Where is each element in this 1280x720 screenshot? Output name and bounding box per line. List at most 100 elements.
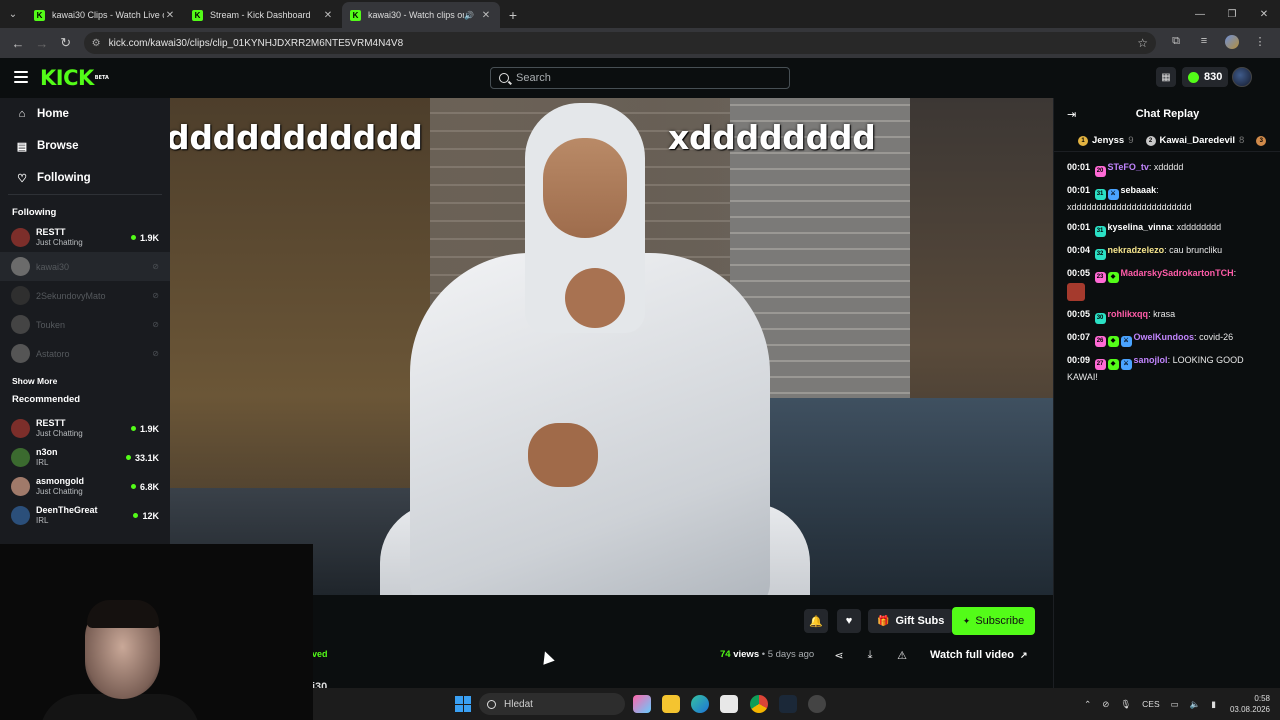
chat-message: 00:01 20 STeFO_tv: xddddd — [1067, 160, 1270, 177]
badge-icon: 23 — [1094, 272, 1106, 283]
wifi-off-icon[interactable]: ⊘ — [1102, 699, 1109, 710]
watch-full-label: Watch full video — [930, 649, 1014, 661]
chat-username[interactable]: kyselina_vinna — [1108, 222, 1172, 232]
reload-icon[interactable]: ↻ — [54, 31, 78, 55]
channel-item[interactable]: n3on IRL 33.1K — [0, 443, 170, 472]
chat-message: 00:01 31 ⚔ sebaaak: xddddddddddddddddddddd… — [1067, 183, 1270, 214]
address-bar[interactable]: ⚙ kick.com/kawai30/clips/clip_01KYNHJDXR… — [83, 32, 1156, 54]
channel-item[interactable]: 2SekundovyMato ⊘ — [0, 281, 170, 310]
viewer-count-value: 1.9K — [139, 423, 159, 434]
extensions-icon[interactable]: ⧉ — [1162, 35, 1190, 52]
notification-bell-button[interactable]: 🔔 — [804, 609, 828, 633]
gifter-name[interactable]: Jenyss — [1092, 135, 1124, 146]
views-count: 74 — [720, 649, 731, 660]
menu-hamburger-icon[interactable] — [14, 71, 28, 83]
steam-icon[interactable] — [779, 695, 797, 713]
tab-search-icon[interactable]: ⌄ — [0, 0, 26, 28]
browser-tab-2[interactable]: K Stream - Kick Dashboard ✕ — [184, 2, 342, 28]
channel-item[interactable]: RESTT Just Chatting 1.9K — [0, 414, 170, 443]
recommended-heading: Recommended — [12, 394, 81, 405]
channel-item[interactable]: Touken ⊘ — [0, 310, 170, 339]
subscribe-button[interactable]: ✦ Subscribe — [952, 607, 1035, 635]
mic-icon[interactable]: 🎙 — [1120, 699, 1131, 710]
browser-tab-1[interactable]: K kawai30 Clips - Watch Live on K ✕ — [26, 2, 184, 28]
bookmark-star-icon[interactable]: ☆ — [1137, 36, 1148, 50]
channel-item[interactable]: kawai30 ⊘ — [0, 252, 170, 281]
profile-icon[interactable] — [1218, 34, 1246, 52]
dashboard-icon[interactable]: ▦ — [1156, 67, 1176, 87]
chat-username[interactable]: nekradzelezo — [1108, 245, 1165, 255]
windows-start-icon[interactable] — [455, 696, 471, 712]
clock[interactable]: 0:58 03.08.2026 — [1230, 693, 1270, 715]
taskbar-search[interactable]: Hledat — [479, 693, 625, 715]
gift-subs-button[interactable]: 🎁 Gift Subs — [868, 609, 954, 633]
forward-icon[interactable]: → — [30, 31, 54, 55]
network-icon[interactable]: ▭ — [1171, 699, 1179, 710]
channel-item[interactable]: asmongold Just Chatting 6.8K — [0, 472, 170, 501]
battery-icon[interactable]: ▮ — [1211, 699, 1216, 710]
channel-item[interactable]: DeenTheGreat IRL 12K — [0, 501, 170, 530]
logo-text: KICK — [40, 66, 94, 90]
copilot-icon[interactable] — [633, 695, 651, 713]
close-tab-icon[interactable]: ✕ — [480, 10, 492, 21]
sidebar-item-home[interactable]: ⌂ Home — [0, 98, 170, 130]
chrome-icon[interactable] — [750, 695, 768, 713]
maximize-icon[interactable]: ❐ — [1216, 0, 1248, 28]
close-tab-icon[interactable]: ✕ — [322, 10, 334, 21]
message-time: 00:05 — [1067, 309, 1091, 319]
edge-icon[interactable] — [691, 695, 709, 713]
show-more-link[interactable]: Show More — [0, 368, 170, 394]
offline-icon: ⊘ — [152, 291, 159, 300]
store-icon[interactable] — [720, 695, 738, 713]
channel-name: n3on — [36, 447, 58, 457]
chat-username[interactable]: sanojlol — [1134, 355, 1168, 365]
close-tab-icon[interactable]: ✕ — [164, 10, 176, 21]
chat-username[interactable]: OwelKundoos — [1134, 332, 1195, 342]
audio-playing-icon[interactable]: 🔊 — [464, 11, 474, 20]
sidebar-item-browse[interactable]: ▤ Browse — [0, 130, 170, 162]
kick-logo[interactable]: KICKBETA — [40, 67, 109, 89]
media-controls-icon[interactable]: ≡ — [1190, 35, 1218, 52]
download-icon[interactable]: ⤓ — [862, 647, 878, 663]
back-icon[interactable]: ← — [6, 31, 30, 55]
report-icon[interactable]: ⚠ — [894, 647, 910, 663]
tray-chevron-icon[interactable]: ⌃ — [1084, 699, 1091, 710]
colon: : — [1233, 268, 1237, 278]
channel-avatar — [11, 315, 30, 334]
channel-item[interactable]: Astatoro ⊘ — [0, 339, 170, 368]
message-time: 00:09 — [1067, 355, 1091, 365]
chat-message: 00:04 32 nekradzelezo: cau bruncliku — [1067, 243, 1270, 260]
new-tab-button[interactable]: + — [500, 2, 526, 28]
chat-username[interactable]: STeFO_tv — [1108, 162, 1149, 172]
viewer-count-value: 33.1K — [134, 452, 159, 463]
offline-icon: ⊘ — [152, 349, 159, 358]
collapse-chat-icon[interactable]: ⇥ — [1067, 108, 1076, 121]
share-icon[interactable]: ⋖ — [831, 647, 847, 663]
input-language[interactable]: CES — [1142, 699, 1159, 709]
clip-video-player[interactable]: ddddddddddd xdddddddd — [170, 98, 1053, 595]
follow-heart-button[interactable]: ♥ — [837, 609, 861, 633]
viewer-count: 1.9K — [130, 423, 170, 434]
chat-username[interactable]: rohlikxqq — [1108, 309, 1149, 319]
channel-item[interactable]: RESTT Just Chatting 1.9K — [0, 223, 170, 252]
chat-username[interactable]: sebaaak — [1121, 185, 1157, 195]
browser-menu-icon[interactable]: ⋮ — [1246, 35, 1274, 52]
site-info-icon[interactable]: ⚙ — [92, 38, 101, 49]
sidebar-item-following[interactable]: ♡ Following — [0, 162, 170, 194]
heart-icon: ♡ — [17, 172, 27, 185]
watch-full-video-button[interactable]: Watch full video ↗ — [922, 644, 1036, 666]
gift-subs-label: Gift Subs — [895, 615, 945, 627]
close-window-icon[interactable]: ✕ — [1248, 0, 1280, 28]
browser-tab-3[interactable]: K kawai30 - Watch clips on Ki 🔊 ✕ — [342, 2, 500, 28]
badge-icon: ⚔ — [1120, 336, 1132, 347]
user-avatar[interactable] — [1232, 67, 1252, 87]
volume-icon[interactable]: 🔈 — [1190, 699, 1201, 710]
chat-username[interactable]: MadarskySadrokartonTCH — [1121, 268, 1234, 278]
file-explorer-icon[interactable] — [662, 695, 680, 713]
gifter-name[interactable]: Kawai_Daredevil — [1160, 135, 1236, 146]
minimize-icon[interactable]: — — [1184, 0, 1216, 28]
kick-points-button[interactable]: 830 — [1182, 67, 1229, 87]
channel-avatar — [11, 257, 30, 276]
app-icon[interactable] — [808, 695, 826, 713]
search-input[interactable]: Search — [490, 67, 790, 89]
